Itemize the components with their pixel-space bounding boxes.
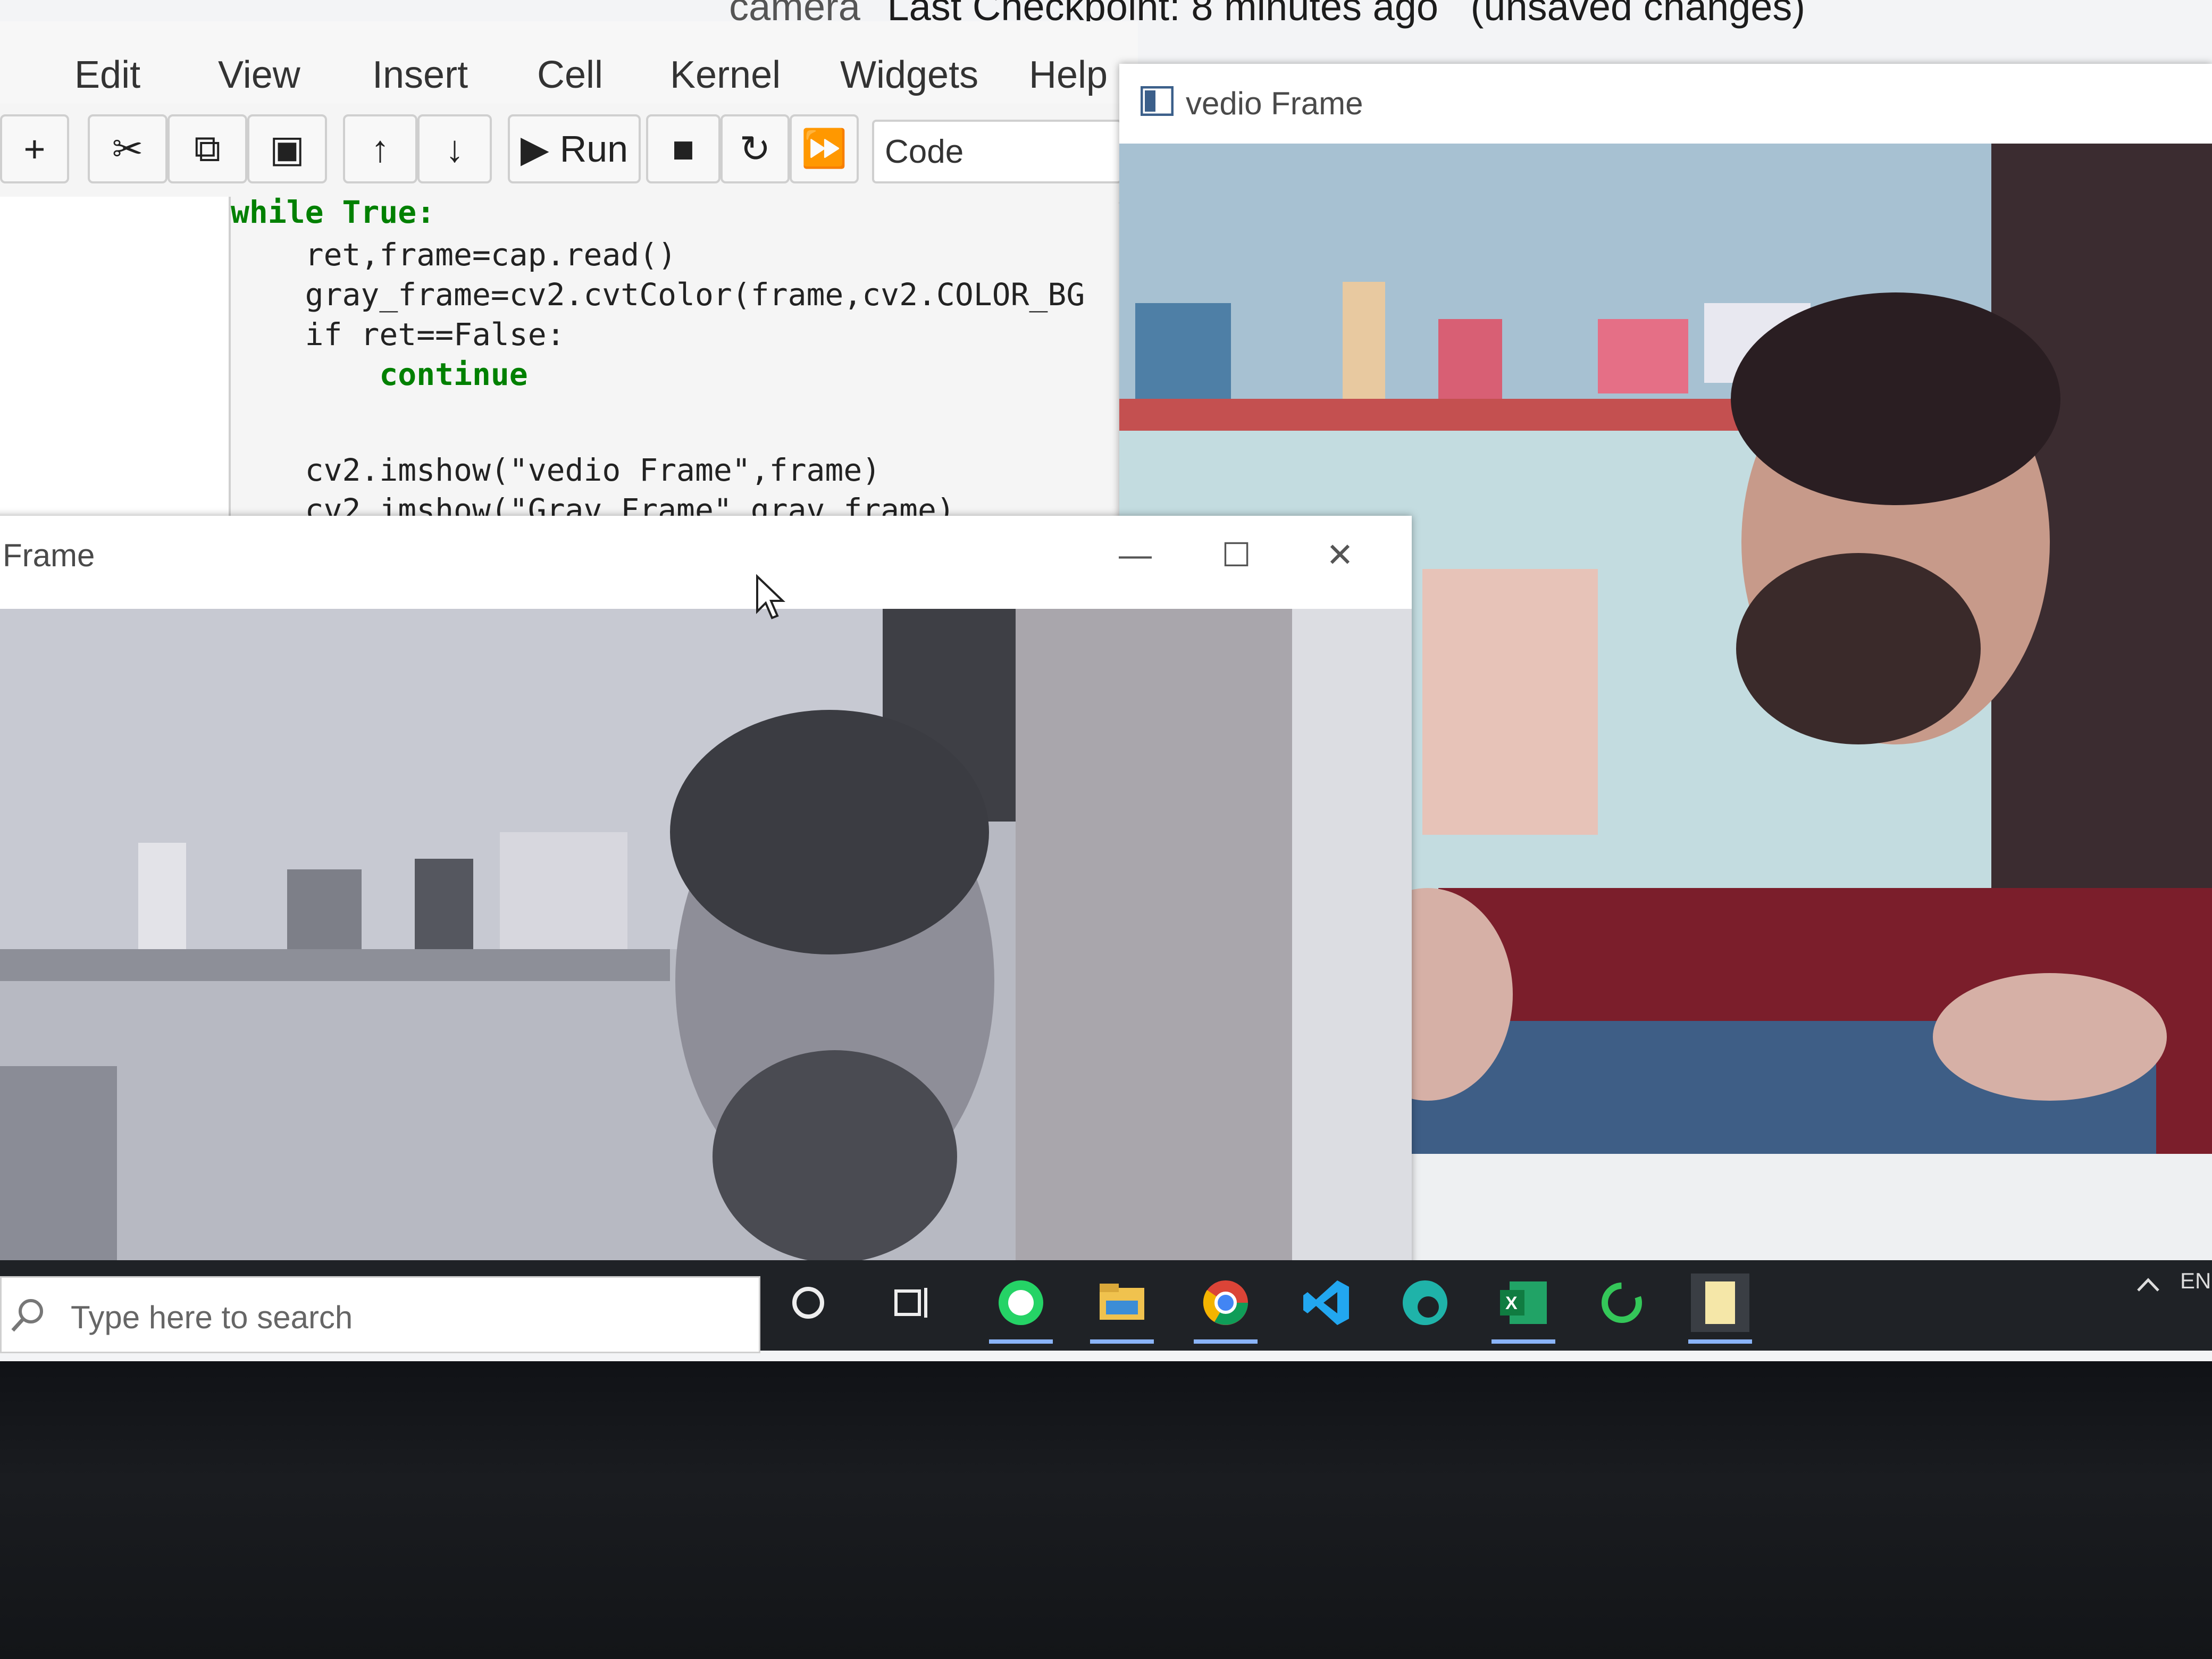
menu-help[interactable]: Help — [1029, 53, 1108, 97]
run-button[interactable]: ▶ Run — [508, 114, 641, 183]
copy-icon: ⧉ — [194, 128, 221, 169]
edge-button[interactable] — [1396, 1273, 1454, 1332]
menu-insert[interactable]: Insert — [372, 53, 468, 97]
color-frame-title: vedio Frame — [1186, 86, 1363, 121]
chevron-up-icon[interactable] — [2135, 1273, 2161, 1295]
plus-icon: + — [23, 128, 46, 170]
gray-frame-titlebar[interactable]: Frame — ☐ ✕ — [0, 516, 1412, 610]
menu-view[interactable]: View — [218, 53, 300, 97]
insert-cell-button[interactable]: + — [0, 114, 69, 183]
desktop-screen: _camera Last Checkpoint: 8 minutes ago (… — [0, 0, 2212, 1361]
menu-kernel[interactable]: Kernel — [670, 53, 781, 97]
interrupt-button[interactable]: ■ — [646, 114, 720, 183]
notepad-icon — [1705, 1281, 1735, 1324]
maximize-icon: ☐ — [1221, 537, 1251, 574]
minimize-button[interactable]: — — [1111, 531, 1159, 579]
chrome-button[interactable] — [1194, 1273, 1258, 1344]
code-line-5: continue — [231, 356, 528, 392]
menu-edit[interactable]: Edit — [74, 53, 140, 97]
restart-icon: ↻ — [739, 128, 771, 170]
copy-button[interactable]: ⧉ — [167, 114, 247, 183]
task-view-button[interactable] — [883, 1273, 941, 1332]
svg-text:X: X — [1505, 1293, 1518, 1313]
paste-button[interactable]: ▣ — [247, 114, 327, 183]
code-line-2: ret,frame=cap.read() — [231, 237, 677, 273]
paste-icon: ▣ — [269, 128, 305, 170]
maximize-button[interactable]: ☐ — [1212, 531, 1260, 579]
cell-type-select[interactable]: Code — [872, 120, 1122, 183]
code-line-7: cv2.imshow("vedio Frame",frame) — [231, 452, 881, 488]
menu-cell[interactable]: Cell — [537, 53, 603, 97]
running-indicator — [989, 1339, 1053, 1344]
code-cell[interactable]: while True: ret,frame=cap.read() gray_fr… — [0, 194, 1119, 548]
window-app-icon — [1141, 86, 1174, 116]
arrow-down-icon: ↓ — [445, 128, 464, 170]
cut-button[interactable]: ✂ — [88, 114, 167, 183]
cortana-icon — [792, 1287, 824, 1319]
scissors-icon: ✂ — [112, 128, 144, 170]
run-label: Run — [559, 128, 629, 170]
close-icon: ✕ — [1326, 537, 1354, 574]
cortana-button[interactable] — [779, 1273, 837, 1332]
chrome-icon — [1203, 1280, 1248, 1325]
close-button[interactable]: ✕ — [1316, 531, 1364, 579]
gray-video-image — [0, 609, 1412, 1271]
code-line-4: if ret==False: — [231, 316, 565, 353]
unsaved-status: (unsaved changes) — [1470, 0, 1806, 29]
whatsapp-button[interactable] — [989, 1273, 1053, 1344]
running-indicator — [1194, 1339, 1258, 1344]
excel-button[interactable]: X — [1492, 1273, 1555, 1344]
run-icon: ▶ — [520, 128, 549, 170]
color-frame-titlebar[interactable]: vedio Frame — [1119, 64, 2212, 145]
fast-forward-icon: ⏩ — [801, 128, 848, 169]
move-down-button[interactable]: ↓ — [417, 114, 492, 183]
menu-widgets[interactable]: Widgets — [840, 53, 978, 97]
move-up-button[interactable]: ↑ — [343, 114, 417, 183]
cell-type-value: Code — [885, 133, 964, 170]
taskbar-search[interactable]: Type here to search — [0, 1276, 760, 1353]
running-indicator — [1090, 1339, 1154, 1344]
code-line-3: gray_frame=cv2.cvtColor(frame,cv2.COLOR_… — [231, 276, 1085, 313]
search-icon — [11, 1299, 43, 1332]
running-indicator — [1492, 1339, 1555, 1344]
notebook-toolbar: + ✂ ⧉ ▣ ↑ ↓ ▶ Run ■ ↻ ⏩ Code — [0, 104, 1138, 204]
arrow-up-icon: ↑ — [371, 128, 390, 170]
gray-frame-window[interactable]: Frame — ☐ ✕ — [0, 516, 1412, 1271]
gray-video-feed — [0, 609, 1412, 1271]
restart-run-all-button[interactable]: ⏩ — [790, 114, 859, 183]
stop-icon: ■ — [672, 128, 695, 170]
whatsapp-icon — [999, 1280, 1043, 1325]
file-explorer-icon — [1100, 1284, 1144, 1320]
search-placeholder: Type here to search — [71, 1300, 353, 1335]
mouse-cursor — [756, 574, 785, 619]
cell-prompt — [0, 197, 229, 548]
app-ring-icon — [1602, 1283, 1642, 1323]
code-line-1: while True: — [231, 194, 435, 230]
minimize-icon: — — [1119, 536, 1152, 573]
code-editor[interactable]: while True: ret,frame=cap.read() gray_fr… — [229, 194, 1119, 548]
gray-frame-title: Frame — [3, 538, 95, 573]
task-view-icon — [894, 1288, 927, 1318]
app-ring-button[interactable] — [1593, 1273, 1651, 1332]
edge-icon — [1403, 1280, 1447, 1325]
restart-button[interactable]: ↻ — [720, 114, 790, 183]
vscode-button[interactable] — [1297, 1273, 1356, 1332]
vscode-icon — [1303, 1280, 1349, 1325]
language-indicator[interactable]: ENG — [2180, 1268, 2212, 1294]
excel-icon: X — [1500, 1281, 1547, 1324]
file-explorer-button[interactable] — [1090, 1273, 1154, 1344]
running-indicator — [1688, 1339, 1752, 1344]
notepad-button[interactable] — [1688, 1273, 1752, 1344]
laptop-bezel — [0, 1361, 2212, 1659]
